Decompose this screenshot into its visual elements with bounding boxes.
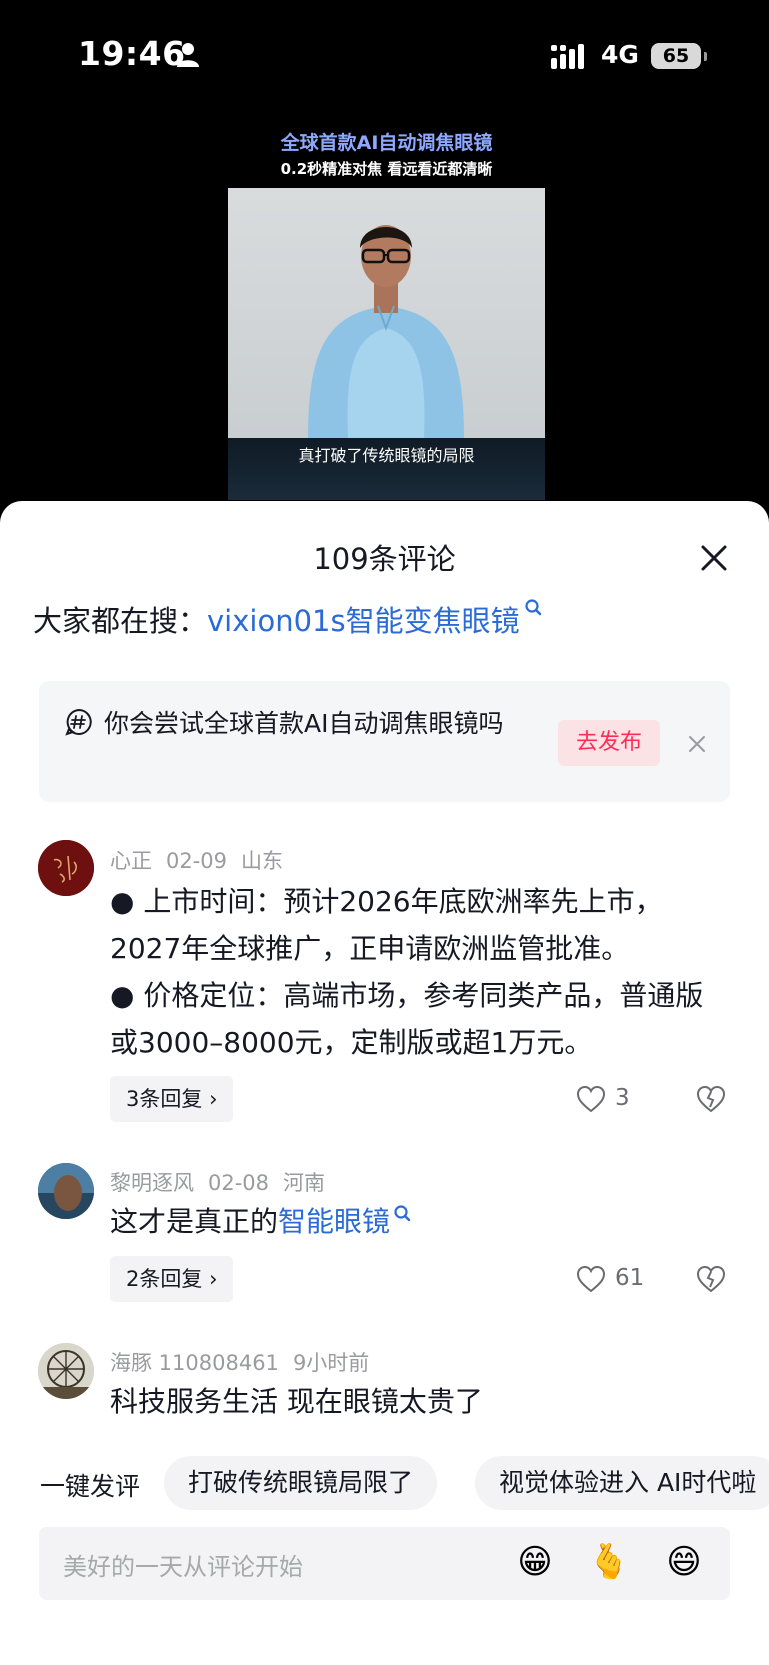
quick-reply-label: 一键发评 (40, 1472, 141, 1501)
laugh-emoji-button[interactable]: 😄 (662, 1540, 706, 1584)
comment-text: 这才是真正的智能眼镜 (110, 1198, 730, 1245)
comment-date: 02-08 (208, 1171, 270, 1195)
battery-indicator: 65 (651, 43, 707, 69)
photo-avatar-image (38, 1163, 94, 1219)
comment-input[interactable]: 美好的一天从评论开始 😁 🫰 😄 (39, 1527, 730, 1600)
network-type: 4G (601, 40, 639, 69)
avatar[interactable] (38, 1343, 94, 1399)
comment-input-placeholder: 美好的一天从评论开始 (63, 1553, 303, 1581)
comment-text: ● 上市时间：预计2026年底欧洲率先上市，2027年全球推广，正申请欧洲监管批… (110, 878, 730, 1066)
comment-line: ● 价格定位：高端市场，参考同类产品，普通版或3000–8000元，定制版或超1… (110, 979, 704, 1059)
quick-reply-bar: 一键发评 打破传统眼镜局限了 视觉体验进入 AI时代啦 (0, 1454, 769, 1512)
broken-heart-icon[interactable] (696, 1084, 726, 1114)
search-icon (524, 599, 541, 616)
replies-count: 3条回复 (126, 1087, 203, 1111)
video-frame (228, 188, 545, 438)
model-figure (308, 225, 464, 438)
quick-reply-chip[interactable]: 打破传统眼镜局限了 (164, 1456, 438, 1510)
video-caption: 真打破了传统眼镜的局限 (298, 446, 475, 465)
comment-meta: 黎明逐风 02-08 河南 (110, 1167, 339, 1197)
heart-icon[interactable] (576, 1265, 606, 1293)
like-count: 3 (615, 1085, 630, 1111)
video-headline: 全球首款AI自动调焦眼镜 (280, 132, 493, 154)
status-time: 19:46 (78, 34, 186, 73)
video-subheadline: 0.2秒精准对焦 看远看近都清晰 (280, 160, 493, 178)
chevron-right-icon: › (209, 1267, 218, 1291)
comment-location: 山东 (241, 849, 284, 873)
search-icon (394, 1205, 411, 1222)
person-icon (177, 43, 199, 67)
publish-button[interactable]: 去发布 (558, 720, 660, 766)
comment-meta: 海豚 110808461 9小时前 (110, 1347, 383, 1377)
comment-username[interactable]: 黎明逐风 (110, 1171, 194, 1195)
comment-count-title: 109条评论 (313, 542, 456, 576)
quick-reply-chip[interactable]: 视觉体验进入 AI时代啦 (475, 1456, 769, 1510)
comment-search-link[interactable]: 智能眼镜 (278, 1205, 390, 1238)
view-replies-button[interactable]: 3条回复 › (110, 1076, 234, 1122)
replies-count: 2条回复 (126, 1267, 203, 1291)
calligraphy-avatar-image (38, 840, 94, 896)
trending-search[interactable]: 大家都在搜：vixion01s智能变焦眼镜 (33, 598, 542, 640)
comment-username[interactable]: 海豚 110808461 (110, 1351, 279, 1375)
grin-emoji-button[interactable]: 😁 (513, 1540, 557, 1584)
signal-icon (551, 44, 584, 69)
comment-text: 科技服务生活 现在眼镜太贵了 (110, 1385, 483, 1418)
avatar[interactable] (38, 1163, 94, 1219)
comment-location: 河南 (283, 1171, 326, 1195)
comment-username[interactable]: 心正 (110, 849, 152, 873)
topic-prompt-text: 你会尝试全球首款AI自动调焦眼镜吗 (104, 709, 504, 738)
dismiss-icon[interactable] (686, 733, 708, 755)
comment-meta: 心正 02-09 山东 (110, 845, 297, 875)
finger-heart-emoji-button[interactable]: 🫰 (587, 1540, 631, 1584)
comment-date: 02-09 (166, 849, 228, 873)
topic-prompt-card: 你会尝试全球首款AI自动调焦眼镜吗 去发布 (39, 681, 730, 802)
heart-icon[interactable] (576, 1085, 606, 1113)
list-fade (0, 1433, 769, 1451)
comment-date: 9小时前 (292, 1351, 370, 1375)
broken-heart-icon[interactable] (696, 1264, 726, 1294)
ferris-wheel-avatar-image (38, 1343, 94, 1399)
comment-text-plain: 这才是真正的 (110, 1205, 279, 1238)
close-icon[interactable] (694, 538, 734, 578)
trending-search-prefix: 大家都在搜： (33, 604, 208, 638)
avatar[interactable] (38, 840, 94, 896)
like-count: 61 (615, 1265, 645, 1291)
comment-line: ● 上市时间：预计2026年底欧洲率先上市，2027年全球推广，正申请欧洲监管批… (110, 885, 663, 965)
status-bar: 19:46 4G 65 (0, 0, 769, 110)
chevron-right-icon: › (209, 1087, 218, 1111)
video-player[interactable]: 全球首款AI自动调焦眼镜 0.2秒精准对焦 看远看近都清晰 真打破了传统眼镜的局… (228, 118, 545, 500)
view-replies-button[interactable]: 2条回复 › (110, 1256, 234, 1302)
trending-search-query[interactable]: vixion01s智能变焦眼镜 (207, 604, 520, 638)
